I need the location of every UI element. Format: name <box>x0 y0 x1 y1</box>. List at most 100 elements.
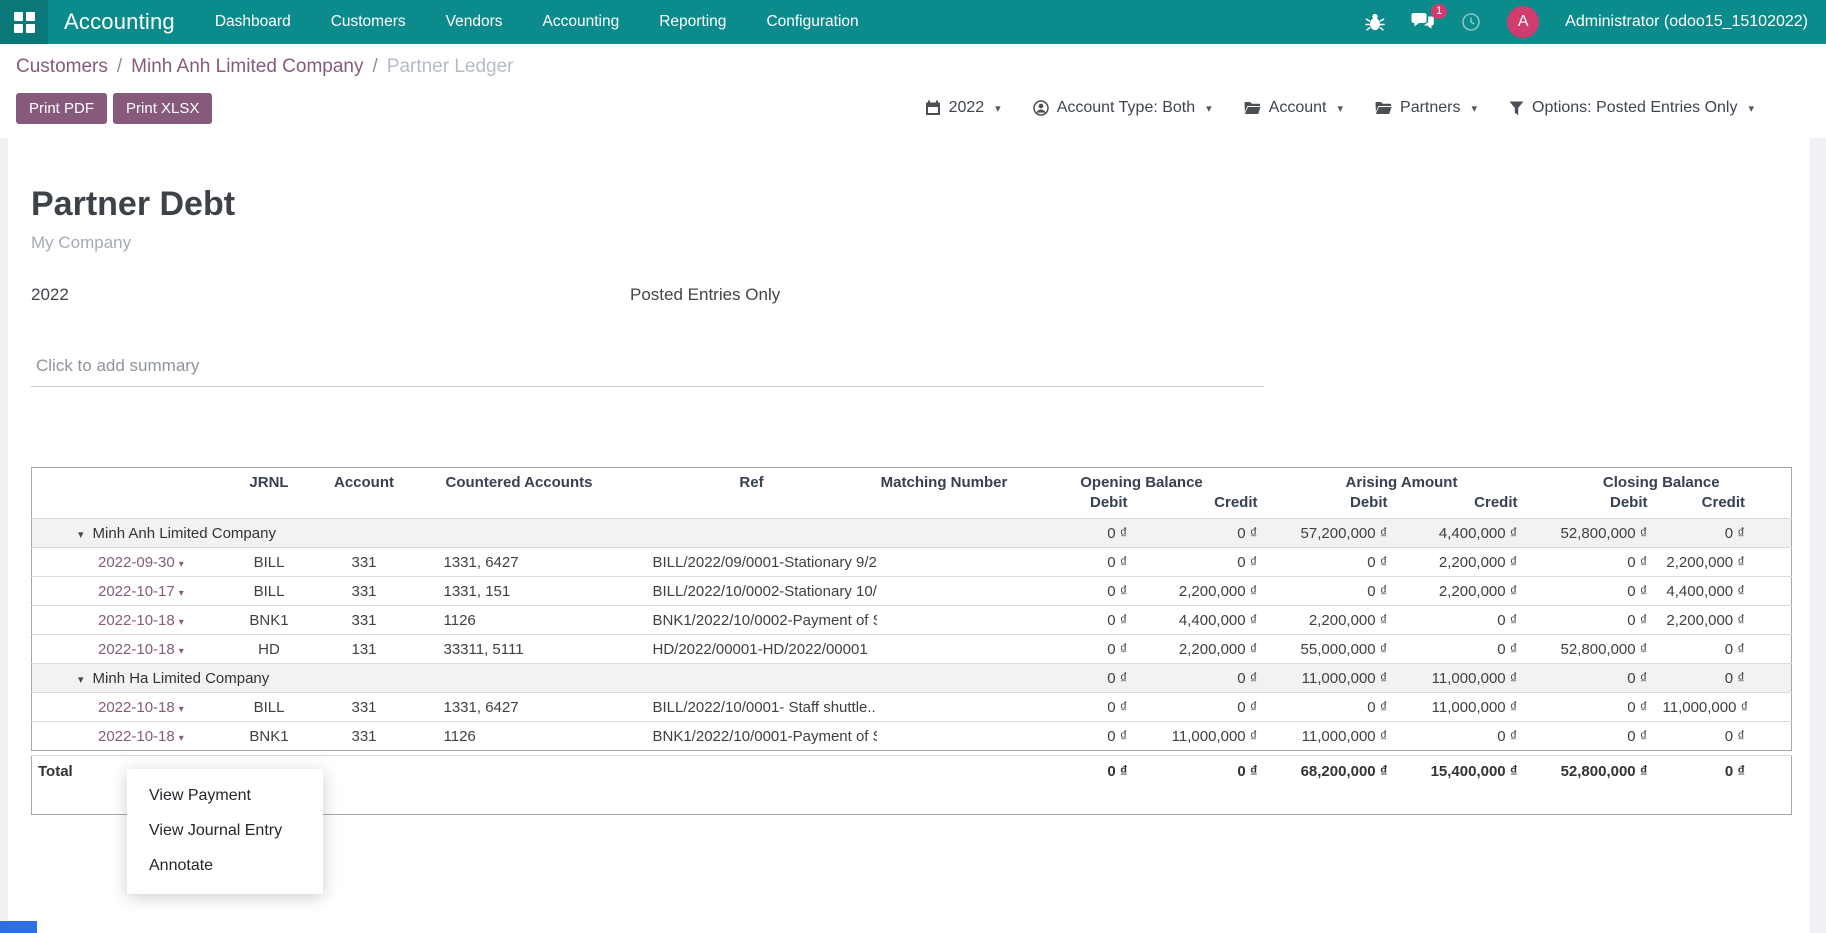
nav-menu-configuration[interactable]: Configuration <box>766 13 858 31</box>
user-menu[interactable]: Administrator (odoo15_15102022) <box>1565 13 1808 31</box>
control-panel: Customers/Minh Anh Limited Company/Partn… <box>0 44 1826 138</box>
amount-cell: 55,000,000 ₫ <box>1272 635 1402 664</box>
collapse-caret-icon[interactable]: ▾ <box>78 674 84 686</box>
col-jrnl: JRNL <box>222 468 317 519</box>
account-cell: 331 <box>317 722 412 751</box>
ledger-row: 2022-10-18▾BILL3311331, 6427BILL/2022/10… <box>32 693 1792 722</box>
amount-cell: 0 ₫ <box>1532 693 1662 722</box>
amount-cell: 2,200,000 ₫ <box>1662 606 1792 635</box>
amount-cell: 0 ₫ <box>1662 722 1792 751</box>
summary-placeholder[interactable]: Click to add summary <box>31 354 1264 387</box>
options-filter[interactable]: Options: Posted Entries Only▾ <box>1509 99 1754 117</box>
amount-cell: 0 ₫ <box>1012 519 1142 548</box>
total-arising-debit: 68,200,000 ₫ <box>1272 756 1402 815</box>
entry-date-dropdown[interactable]: 2022-10-18▾ <box>32 606 222 635</box>
amount-cell: 2,200,000 ₫ <box>1272 606 1402 635</box>
entry-date-dropdown[interactable]: 2022-10-18▾ <box>32 722 222 751</box>
apps-menu-button[interactable] <box>0 0 48 44</box>
nav-menu-reporting[interactable]: Reporting <box>659 13 726 31</box>
nav-menu-vendors[interactable]: Vendors <box>446 13 503 31</box>
entry-date-dropdown[interactable]: 2022-10-18▾ <box>32 693 222 722</box>
filter-bar: 2022▾ Account Type: Both▾ Account▾ Partn… <box>925 99 1810 117</box>
total-opening-debit: 0 ₫ <box>1012 756 1142 815</box>
chevron-down-icon: ▾ <box>179 646 184 657</box>
entry-date-dropdown[interactable]: 2022-10-18▾ <box>32 635 222 664</box>
col-account: Account <box>317 468 412 519</box>
company-name: My Company <box>31 232 1791 254</box>
matching-number-cell <box>877 635 1012 664</box>
chevron-down-icon: ▾ <box>179 704 184 715</box>
matching-number-cell <box>877 577 1012 606</box>
bug-icon[interactable] <box>1365 12 1385 32</box>
chevron-down-icon: ▾ <box>1338 102 1344 115</box>
account-cell: 331 <box>317 606 412 635</box>
col-arising-credit: Credit <box>1402 492 1532 519</box>
collapse-caret-icon[interactable]: ▾ <box>78 529 84 541</box>
col-matching-number: Matching Number <box>877 468 1012 519</box>
col-arising-debit: Debit <box>1272 492 1402 519</box>
avatar[interactable]: A <box>1507 6 1539 38</box>
ref-cell: BILL/2022/10/0001- Staff shuttle... <box>627 693 877 722</box>
menu-item-view-journal-entry[interactable]: View Journal Entry <box>127 813 323 848</box>
chevron-down-icon: ▾ <box>1748 102 1754 115</box>
entry-date-dropdown[interactable]: 2022-09-30▾ <box>32 548 222 577</box>
amount-cell: 2,200,000 ₫ <box>1402 548 1532 577</box>
app-name[interactable]: Accounting <box>64 9 175 35</box>
print-pdf-button[interactable]: Print PDF <box>16 93 107 124</box>
breadcrumb-partner[interactable]: Minh Anh Limited Company <box>131 56 363 77</box>
activities-clock-icon[interactable] <box>1461 12 1481 32</box>
messages-icon[interactable]: 1 <box>1411 12 1435 32</box>
ref-cell: BILL/2022/10/0002-Stationary 10/... <box>627 577 877 606</box>
amount-cell: 0 ₫ <box>1012 722 1142 751</box>
entry-context-menu: View Payment View Journal Entry Annotate <box>127 769 323 894</box>
ledger-row: 2022-10-18▾BNK13311126BNK1/2022/10/0001-… <box>32 722 1792 751</box>
amount-cell: 0 ₫ <box>1532 722 1662 751</box>
chevron-down-icon: ▾ <box>179 617 184 628</box>
calendar-icon <box>925 100 941 116</box>
amount-cell: 4,400,000 ₫ <box>1142 606 1272 635</box>
nav-menu-dashboard[interactable]: Dashboard <box>215 13 291 31</box>
amount-cell: 0 ₫ <box>1012 693 1142 722</box>
col-closing-balance: Closing Balance <box>1532 468 1792 493</box>
col-closing-debit: Debit <box>1532 492 1662 519</box>
amount-cell: 11,000,000 ₫ <box>1662 693 1792 722</box>
amount-cell: 0 ₫ <box>1272 693 1402 722</box>
countered-accounts-cell: 1331, 6427 <box>412 548 627 577</box>
menu-item-annotate[interactable]: Annotate <box>127 848 323 883</box>
amount-cell: 52,800,000 ₫ <box>1532 519 1662 548</box>
account-filter[interactable]: Account▾ <box>1244 99 1343 117</box>
partner-ledger-table: JRNL Account Countered Accounts Ref Matc… <box>31 467 1792 751</box>
date-filter[interactable]: 2022▾ <box>925 99 1001 117</box>
amount-cell: 0 ₫ <box>1532 606 1662 635</box>
countered-accounts-cell: 1126 <box>412 606 627 635</box>
col-countered-accounts: Countered Accounts <box>412 468 627 519</box>
menu-item-view-payment[interactable]: View Payment <box>127 778 323 813</box>
amount-cell: 0 ₫ <box>1532 548 1662 577</box>
partner-name-cell[interactable]: ▾Minh Ha Limited Company <box>32 664 1012 693</box>
amount-cell: 0 ₫ <box>1142 548 1272 577</box>
amount-cell: 2,200,000 ₫ <box>1662 548 1792 577</box>
amount-cell: 4,400,000 ₫ <box>1662 577 1792 606</box>
partner-group-row[interactable]: ▾Minh Anh Limited Company0 ₫0 ₫57,200,00… <box>32 519 1792 548</box>
partner-name-cell[interactable]: ▾Minh Anh Limited Company <box>32 519 1012 548</box>
entry-date-dropdown[interactable]: 2022-10-17▾ <box>32 577 222 606</box>
nav-menu-accounting[interactable]: Accounting <box>543 13 620 31</box>
partner-group-row[interactable]: ▾Minh Ha Limited Company0 ₫0 ₫11,000,000… <box>32 664 1792 693</box>
partners-filter[interactable]: Partners▾ <box>1375 99 1477 117</box>
amount-cell: 2,200,000 ₫ <box>1402 577 1532 606</box>
ref-cell: BILL/2022/09/0001-Stationary 9/2022 <box>627 548 877 577</box>
account-cell: 331 <box>317 548 412 577</box>
navbar-systray: 1 A Administrator (odoo15_15102022) <box>1365 6 1826 38</box>
amount-cell: 0 ₫ <box>1662 635 1792 664</box>
nav-menu-customers[interactable]: Customers <box>331 13 406 31</box>
matching-number-cell <box>877 722 1012 751</box>
matching-number-cell <box>877 606 1012 635</box>
print-xlsx-button[interactable]: Print XLSX <box>113 93 212 124</box>
account-cell: 331 <box>317 693 412 722</box>
countered-accounts-cell: 33311, 5111 <box>412 635 627 664</box>
account-type-filter[interactable]: Account Type: Both▾ <box>1033 99 1212 117</box>
matching-number-cell <box>877 693 1012 722</box>
messages-badge: 1 <box>1431 4 1447 19</box>
col-closing-credit: Credit <box>1662 492 1792 519</box>
breadcrumb-customers[interactable]: Customers <box>16 56 108 77</box>
